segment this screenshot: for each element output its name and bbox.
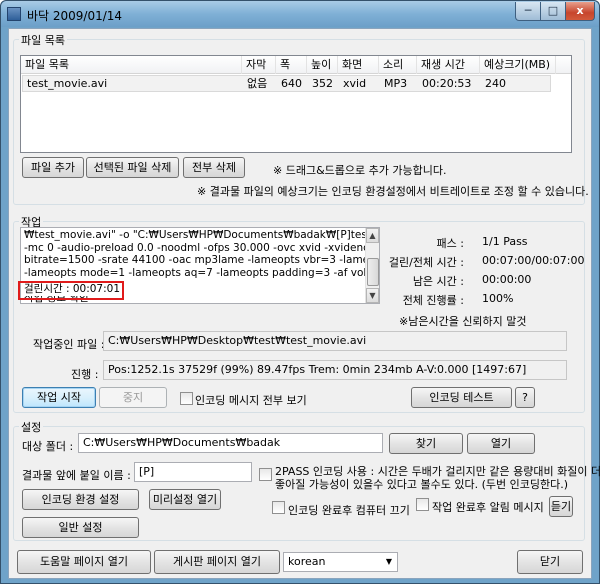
- scroll-thumb[interactable]: [367, 258, 379, 286]
- chevron-down-icon[interactable]: ▼: [381, 553, 397, 571]
- maximize-button[interactable]: □: [540, 2, 566, 21]
- shutdown-after-encoding-checkbox[interactable]: [272, 501, 285, 514]
- remaining-time-label: 남은 시간 :: [412, 275, 464, 288]
- cell-duration: 00:20:53: [422, 77, 472, 90]
- open-preset-button[interactable]: 미리설정 열기: [149, 489, 221, 510]
- output-prefix-input[interactable]: [P]: [134, 462, 252, 482]
- cell-height: 352: [312, 77, 333, 90]
- minimize-button[interactable]: ─: [515, 2, 541, 21]
- output-prefix-label: 결과물 앞에 붙일 이름 :: [22, 469, 131, 482]
- scroll-down-icon[interactable]: ▼: [366, 288, 379, 303]
- remaining-time-value: 00:00:00: [482, 273, 532, 286]
- log-line: -mc 0 -audio-preload 0.0 -noodml -ofps 3…: [24, 241, 380, 254]
- elapsed-total-label: 걸린/전체 시간 :: [388, 256, 464, 269]
- two-pass-label-line2: 좋아질 가능성이 있을수 있다고 볼수도 있다. (두번 인코딩한다.): [275, 478, 569, 491]
- table-row[interactable]: test_movie.avi 없음 640 352 xvid MP3 00:20…: [22, 75, 551, 92]
- two-pass-checkbox[interactable]: [259, 468, 272, 481]
- drag-drop-hint: ※ 드래그&드롭으로 추가 가능합니다.: [273, 164, 447, 177]
- start-job-button[interactable]: 작업 시작: [22, 387, 96, 408]
- general-settings-button[interactable]: 일반 설정: [22, 517, 139, 538]
- overall-progress-label: 전체 진행률 :: [402, 294, 464, 307]
- delete-selected-files-button[interactable]: 선택된 파일 삭제: [86, 157, 179, 178]
- target-folder-label: 대상 폴더 :: [22, 440, 74, 453]
- elapsed-total-value: 00:07:00/00:07:00: [482, 254, 585, 267]
- show-all-messages-checkbox[interactable]: [180, 392, 193, 405]
- status-label: 진행 :: [71, 368, 99, 381]
- encoding-test-button[interactable]: 인코딩 테스트: [411, 387, 512, 408]
- file-list-group-label: 파일 목록: [19, 32, 67, 48]
- app-icon: [7, 7, 21, 21]
- log-line: bitrate=1500 -srate 44100 -oac mp3lame -…: [24, 254, 379, 266]
- column-header-filename[interactable]: 파일 목록: [21, 56, 242, 74]
- pass-label: 패스 :: [436, 237, 464, 250]
- close-button[interactable]: 닫기: [517, 550, 583, 574]
- elapsed-time-highlight: [18, 281, 124, 300]
- cell-est-size: 240: [485, 77, 506, 90]
- file-list-header: 파일 목록 자막 폭 높이 화면 소리 재생 시간 예상크기(MB): [21, 56, 571, 74]
- notify-after-job-label: 작업 완료후 알림 메시지: [432, 501, 544, 514]
- notify-after-job-checkbox[interactable]: [416, 498, 429, 511]
- remaining-time-note: ※남은시간을 신뢰하지 말것: [399, 315, 527, 328]
- column-header-width[interactable]: 폭: [276, 56, 307, 74]
- column-header-audio[interactable]: 소리: [379, 56, 417, 74]
- column-header-est-size[interactable]: 예상크기(MB): [480, 56, 556, 74]
- log-line: -lameopts mode=1 -lameopts aq=7 -lameopt…: [24, 266, 380, 279]
- column-header-duration[interactable]: 재생 시간: [417, 56, 480, 74]
- size-hint: ※ 결과물 파일의 예상크기는 인코딩 환경설정에서 비트레이트로 조정 할 수…: [197, 185, 589, 198]
- column-header-subtitle[interactable]: 자막: [242, 56, 276, 74]
- help-button[interactable]: ?: [515, 387, 535, 408]
- pass-value: 1/1 Pass: [482, 235, 528, 248]
- two-pass-label-line1: 2PASS 인코딩 사용 : 시간은 두배가 걸리지만 같은 용량대비 화질이 …: [275, 465, 600, 478]
- encoding-settings-button[interactable]: 인코딩 환경 설정: [22, 489, 139, 510]
- client-area: 파일 목록 파일 목록 자막 폭 높이 화면 소리 재생 시간 예상크기(MB)…: [8, 28, 600, 579]
- show-all-messages-label: 인코딩 메시지 전부 보기: [195, 394, 307, 407]
- overall-progress-value: 100%: [482, 292, 514, 305]
- scroll-up-icon[interactable]: ▲: [366, 228, 379, 243]
- cell-subtitle: 없음: [247, 77, 268, 90]
- close-window-button[interactable]: x: [565, 2, 595, 21]
- cell-video: xvid: [343, 77, 367, 90]
- current-file-field: C:₩Users₩HP₩Desktop₩test₩test_movie.avi: [103, 331, 567, 351]
- current-file-label: 작업중인 파일 :: [33, 338, 105, 351]
- title-bar[interactable]: 바닥 2009/01/14 ─ □ x: [1, 1, 599, 27]
- listen-button[interactable]: 듣기: [549, 496, 573, 517]
- open-help-page-button[interactable]: 도움말 페이지 열기: [17, 550, 151, 574]
- app-window: 바닥 2009/01/14 ─ □ x 파일 목록 파일 목록 자막 폭 높이 …: [0, 0, 600, 584]
- language-select[interactable]: korean ▼: [283, 552, 398, 572]
- cell-filename: test_movie.avi: [27, 77, 108, 90]
- file-list-view[interactable]: 파일 목록 자막 폭 높이 화면 소리 재생 시간 예상크기(MB) test_…: [20, 55, 572, 153]
- language-select-value: korean: [288, 555, 326, 568]
- column-header-height[interactable]: 높이: [307, 56, 338, 74]
- delete-all-button[interactable]: 전부 삭제: [183, 157, 245, 178]
- cell-audio: MP3: [384, 77, 408, 90]
- cell-width: 640: [281, 77, 302, 90]
- add-file-button[interactable]: 파일 추가: [22, 157, 84, 178]
- log-scrollbar[interactable]: ▲ ▼: [365, 228, 379, 303]
- log-line: ₩test_movie.avi" -o "C:₩Users₩HP₩Documen…: [24, 229, 379, 241]
- stop-button[interactable]: 중지: [99, 387, 167, 408]
- browse-folder-button[interactable]: 찾기: [389, 433, 463, 454]
- open-board-page-button[interactable]: 게시판 페이지 열기: [154, 550, 280, 574]
- window-title: 바닥 2009/01/14: [27, 9, 123, 23]
- target-folder-input[interactable]: C:₩Users₩HP₩Documents₩badak: [78, 433, 383, 453]
- open-folder-button[interactable]: 열기: [467, 433, 535, 454]
- two-pass-label: 2PASS 인코딩 사용 : 시간은 두배가 걸리지만 같은 용량대비 화질이 …: [275, 465, 600, 491]
- settings-group-label: 설정: [19, 419, 44, 435]
- shutdown-after-encoding-label: 인코딩 완료후 컴퓨터 끄기: [288, 504, 410, 517]
- column-header-video[interactable]: 화면: [338, 56, 379, 74]
- status-field: Pos:1252.1s 37529f (99%) 89.47fps Trem: …: [103, 360, 567, 380]
